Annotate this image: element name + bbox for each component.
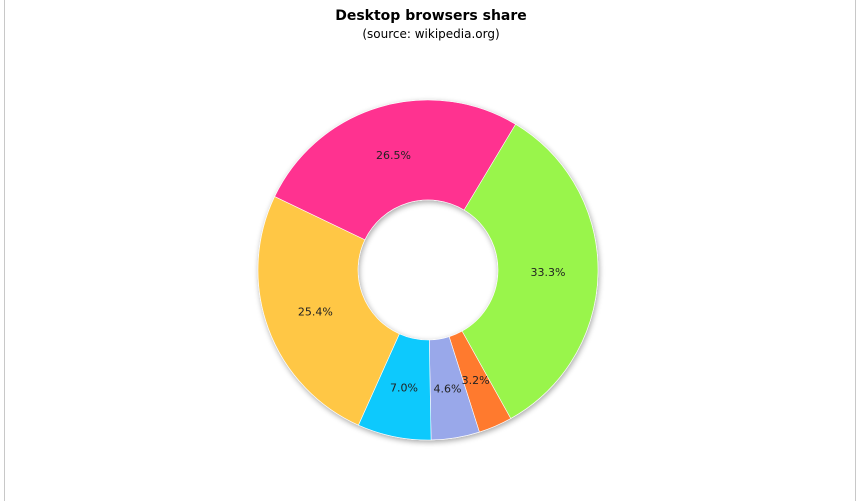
slice-label: 25.4% — [298, 305, 333, 318]
slice-label: 33.3% — [531, 266, 566, 279]
slice-label: 3.2% — [462, 374, 490, 387]
slice-label: 26.5% — [376, 149, 411, 162]
slice-label: 7.0% — [390, 382, 418, 395]
slice-label: 4.6% — [433, 382, 461, 395]
donut-chart: 33.3% 3.2%4.6% 7.0% 25.4% 26.5% — [257, 99, 599, 441]
